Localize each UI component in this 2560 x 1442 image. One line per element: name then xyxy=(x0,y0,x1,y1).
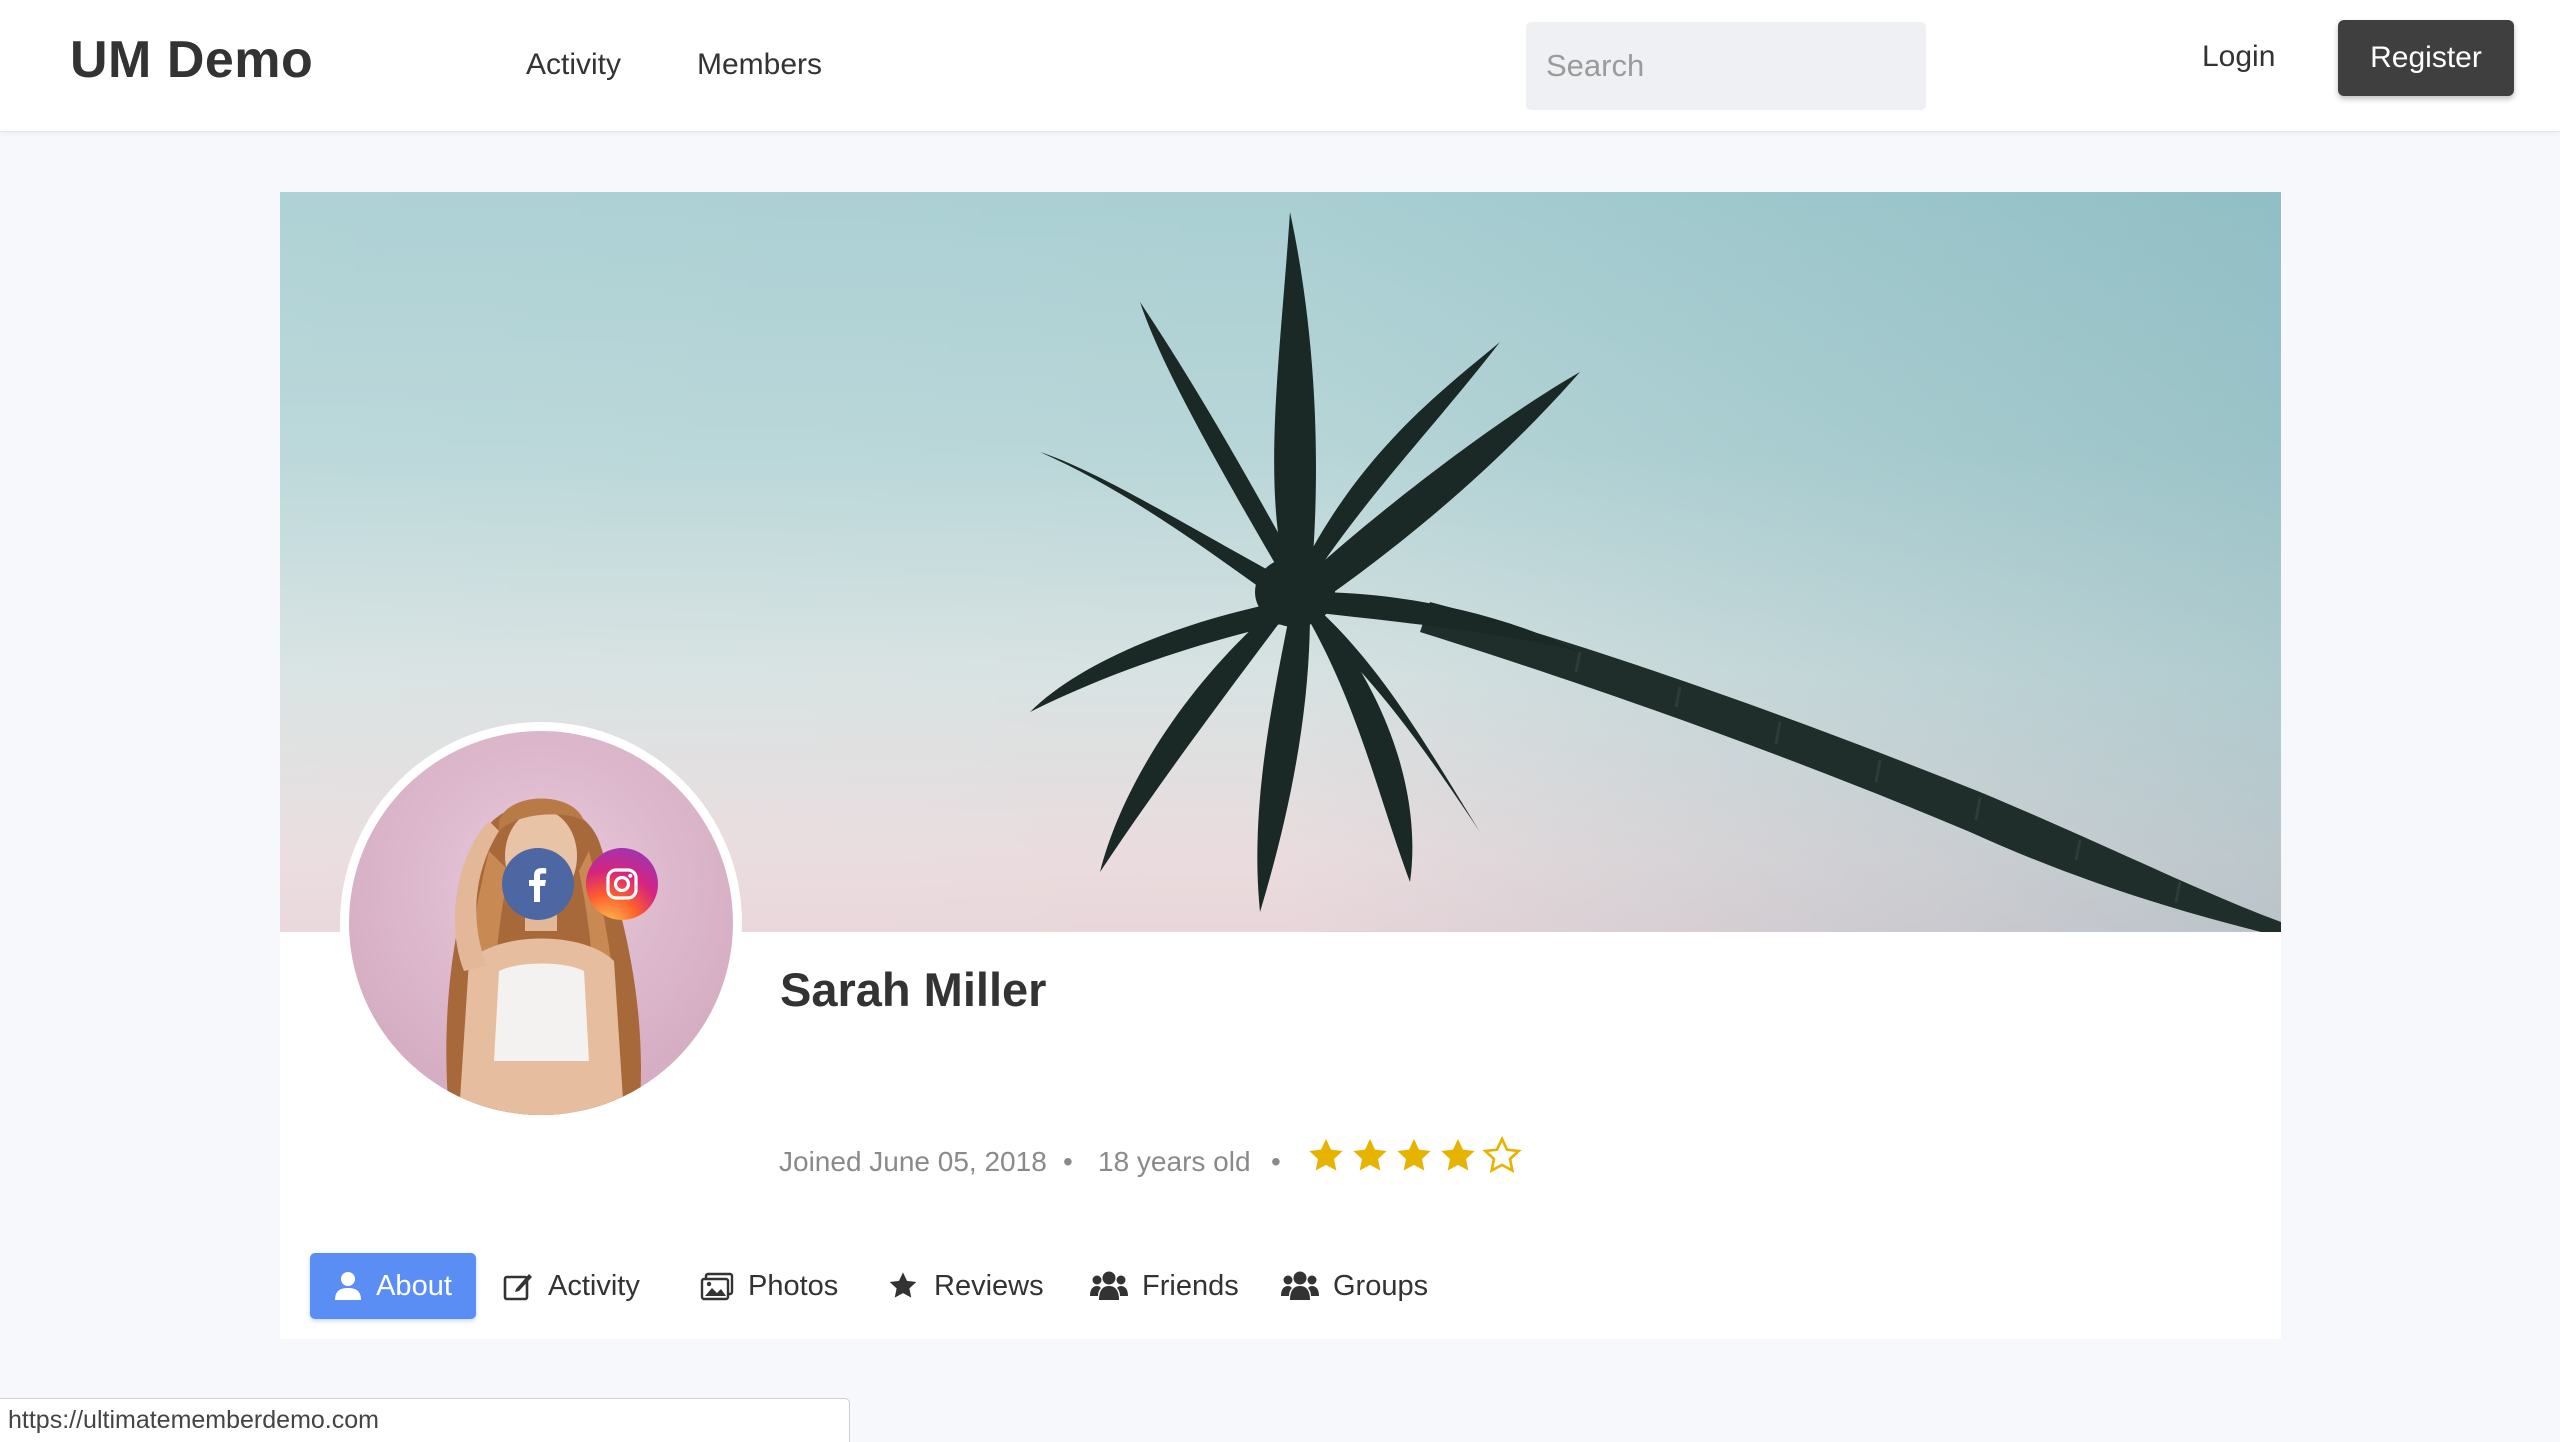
site-logo[interactable]: UM Demo xyxy=(70,30,313,90)
star-filled-icon xyxy=(1397,1139,1431,1171)
meta-separator: • xyxy=(1271,1146,1281,1177)
login-link[interactable]: Login xyxy=(2202,40,2275,74)
tab-reviews[interactable]: Reviews xyxy=(886,1253,1044,1319)
joined-date: Joined June 05, 2018 xyxy=(779,1146,1047,1177)
tab-label: Friends xyxy=(1142,1269,1239,1302)
tab-label: Groups xyxy=(1333,1269,1429,1302)
tab-label: Activity xyxy=(548,1269,640,1302)
avatar-photo xyxy=(349,731,733,1115)
star-filled-icon xyxy=(1309,1139,1343,1171)
tab-activity[interactable]: Activity xyxy=(502,1253,640,1319)
tab-label: Reviews xyxy=(934,1269,1044,1302)
profile-avatar[interactable] xyxy=(340,722,742,1124)
tab-label: About xyxy=(376,1269,452,1302)
search-input[interactable] xyxy=(1526,22,1926,110)
star-rating xyxy=(1306,1136,1522,1176)
nav-members-link[interactable]: Members xyxy=(697,48,822,82)
tab-label: Photos xyxy=(748,1269,839,1302)
tab-photos[interactable]: Photos xyxy=(700,1253,838,1319)
profile-name: Sarah Miller xyxy=(780,963,1047,1016)
tab-about[interactable]: About xyxy=(310,1253,476,1319)
tab-friends[interactable]: Friends xyxy=(1090,1253,1239,1319)
meta-separator: • xyxy=(1063,1146,1073,1177)
register-button[interactable]: Register xyxy=(2338,20,2514,96)
top-navbar: UM Demo Activity Members Login Register xyxy=(0,0,2560,132)
instagram-icon[interactable] xyxy=(586,848,658,920)
user-icon xyxy=(335,1272,362,1300)
photos-icon xyxy=(700,1272,734,1301)
users-icon xyxy=(1090,1271,1128,1300)
facebook-icon[interactable] xyxy=(502,848,574,920)
edit-icon xyxy=(503,1274,532,1301)
link-status-bar: https://ultimatememberdemo.com xyxy=(0,1398,850,1442)
star-filled-icon xyxy=(1353,1139,1387,1171)
users-icon xyxy=(1281,1271,1319,1300)
star-icon xyxy=(889,1272,917,1298)
star-filled-icon xyxy=(1441,1139,1475,1171)
age-text: 18 years old xyxy=(1098,1146,1251,1177)
star-empty-icon xyxy=(1482,1136,1522,1174)
tab-groups[interactable]: Groups xyxy=(1281,1253,1428,1319)
nav-activity-link[interactable]: Activity xyxy=(526,48,621,82)
